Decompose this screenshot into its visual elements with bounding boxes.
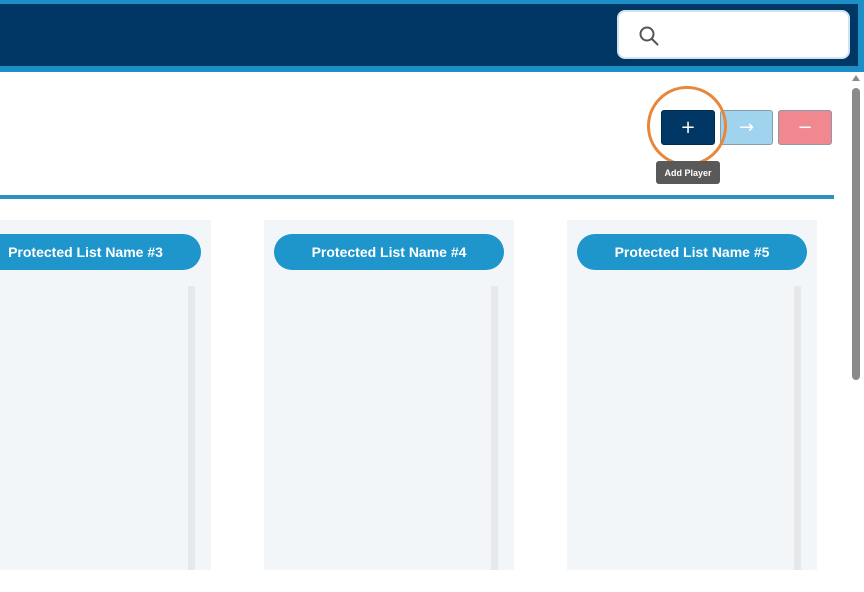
arrow-right-icon: → [738,117,755,138]
tooltip-text: Add Player [664,167,712,178]
add-player-button[interactable]: + [661,110,715,145]
list-header-3[interactable]: Protected List Name #3 [0,234,201,270]
section-divider [0,195,834,199]
list-header-label: Protected List Name #3 [8,244,163,260]
search-icon [639,26,659,46]
minus-icon: − [797,117,813,138]
list-header-5[interactable]: Protected List Name #5 [577,234,807,270]
search-box[interactable] [617,10,850,59]
page-scrollbar[interactable] [849,72,864,592]
list-scrollbar[interactable] [188,286,195,570]
list-scrollbar[interactable] [794,286,801,570]
add-player-tooltip: Add Player [656,161,720,184]
scroll-thumb[interactable] [852,88,860,380]
top-bar [0,0,864,72]
plus-icon: + [680,117,696,138]
protected-list-panel-4: Protected List Name #4 [264,220,514,570]
protected-list-panel-3: Protected List Name #3 [0,220,211,570]
list-header-label: Protected List Name #4 [311,244,467,260]
scroll-up-arrow-icon[interactable] [852,75,860,81]
list-header-label: Protected List Name #5 [614,244,770,260]
list-header-4[interactable]: Protected List Name #4 [274,234,504,270]
protected-list-panel-5: Protected List Name #5 [567,220,817,570]
remove-player-button[interactable]: − [778,110,832,145]
move-player-button[interactable]: → [720,110,773,145]
search-input[interactable] [671,20,845,52]
list-scrollbar[interactable] [491,286,498,570]
